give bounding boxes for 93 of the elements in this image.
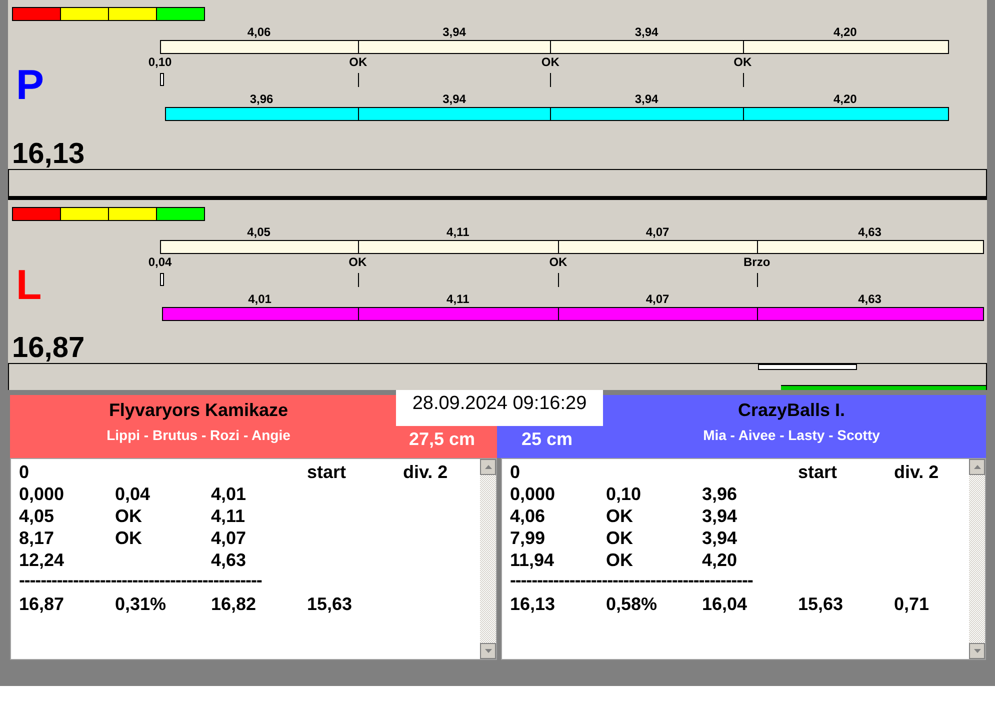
table-cell: 11,94 <box>510 550 554 570</box>
scrollbar[interactable] <box>480 459 496 659</box>
table-cell: 0,10 <box>606 484 642 504</box>
table-cell: 4,05 <box>19 506 54 526</box>
table-cell: OK <box>115 528 142 548</box>
distance-label: 27,5 cm <box>408 430 476 448</box>
table-cell: 16,13 <box>510 594 556 614</box>
separator-line: --------------------------------------------- <box>510 571 753 592</box>
up-arrow-icon <box>484 465 492 469</box>
table-cell: div. 2 <box>403 462 448 482</box>
table-cell: 15,63 <box>307 594 352 614</box>
timestamp: 28.09.2024 09:16:29 <box>396 390 603 426</box>
tick-mark <box>358 73 360 87</box>
table-cell: 3,94 <box>702 506 738 526</box>
tick-mark <box>558 273 560 287</box>
marker-label: 0,04 <box>148 256 172 268</box>
lap-time: 4,20 <box>833 93 857 105</box>
table-cell: 16,04 <box>702 594 748 614</box>
table-cell: 16,82 <box>211 594 256 614</box>
table-cell: 4,07 <box>211 528 246 548</box>
table-cell: OK <box>606 506 633 526</box>
distance-label: 25 cm <box>521 430 573 448</box>
table-cell: 7,99 <box>510 528 546 548</box>
tick-mark <box>358 273 359 287</box>
up-arrow-icon <box>974 465 980 469</box>
marker-label: OK <box>541 56 560 68</box>
marker-label: OK <box>549 256 568 268</box>
separator-line: --------------------------------------------- <box>19 571 262 592</box>
table-cell: 8,17 <box>19 528 54 548</box>
table-cell: 15,63 <box>798 594 844 614</box>
lane-total: 16,87 <box>11 334 86 363</box>
lap-time: 4,01 <box>248 293 272 305</box>
split-time: 4,20 <box>833 26 857 38</box>
split-time: 4,63 <box>858 226 882 238</box>
team-members: Lippi - Brutus - Rozi - Angie <box>106 428 290 442</box>
table-cell: 0,71 <box>894 594 930 614</box>
table-cell: 0 <box>19 462 30 482</box>
lap-time: 4,11 <box>446 293 470 305</box>
table-cell: 0,000 <box>19 484 64 504</box>
split-time: 3,94 <box>634 26 658 38</box>
lap-time: 3,94 <box>442 93 466 105</box>
table-cell: 12,24 <box>19 550 64 570</box>
table-cell: 3,94 <box>702 528 738 548</box>
marker-label: OK <box>349 56 368 68</box>
tick-mark <box>160 273 164 286</box>
team-name: Flyvaryors Kamikaze <box>108 399 288 421</box>
scrollbar[interactable] <box>969 459 985 659</box>
table-cell: 0,58% <box>606 594 658 614</box>
table-cell: 4,20 <box>702 550 738 570</box>
lap-time: 3,96 <box>250 93 274 105</box>
scroll-down-button[interactable] <box>969 643 985 659</box>
team-name: CrazyBalls I. <box>738 399 846 421</box>
table-cell: OK <box>606 550 633 570</box>
table-cell: 16,87 <box>19 594 64 614</box>
team-members: Mia - Aivee - Lasty - Scotty <box>703 428 880 442</box>
lane-letter: P <box>16 64 44 106</box>
tick-mark <box>742 73 744 87</box>
table-cell: 4,01 <box>211 484 246 504</box>
tick-mark <box>550 73 552 87</box>
marker-label: 0,10 <box>148 56 172 68</box>
split-time: 4,11 <box>446 226 470 238</box>
lane-letter: L <box>16 264 42 306</box>
lap-time: 3,94 <box>634 93 658 105</box>
table-cell: 4,06 <box>510 506 546 526</box>
marker-label: OK <box>734 56 752 68</box>
table-cell: start <box>798 462 838 482</box>
split-time: 4,07 <box>646 226 670 238</box>
table-cell: 4,63 <box>211 550 246 570</box>
table-cell: 3,96 <box>702 484 738 504</box>
table-cell: 0 <box>510 462 520 482</box>
lap-time: 4,63 <box>858 293 882 305</box>
lap-time: 4,07 <box>646 293 670 305</box>
table-cell: 4,11 <box>211 506 246 526</box>
table-cell: OK <box>606 528 633 548</box>
split-time: 4,05 <box>247 226 270 238</box>
down-arrow-icon <box>484 649 492 653</box>
table-cell: 0,04 <box>115 484 150 504</box>
scroll-up-button[interactable] <box>969 459 985 475</box>
table-cell: OK <box>115 506 142 526</box>
scroll-down-button[interactable] <box>480 643 496 659</box>
tick-mark <box>756 273 758 287</box>
table-cell: div. 2 <box>894 462 939 482</box>
down-arrow-icon <box>974 649 980 653</box>
scroll-up-button[interactable] <box>480 459 496 475</box>
marker-label: OK <box>348 256 367 268</box>
split-time: 4,06 <box>247 26 271 38</box>
table-cell: 0,31% <box>115 594 166 614</box>
table-cell: start <box>307 462 346 482</box>
split-time: 3,94 <box>442 26 466 38</box>
lane-total: 16,13 <box>11 140 86 169</box>
table-cell: 0,000 <box>510 484 556 504</box>
tick-mark <box>160 73 164 86</box>
marker-label: Brzo <box>743 256 770 268</box>
